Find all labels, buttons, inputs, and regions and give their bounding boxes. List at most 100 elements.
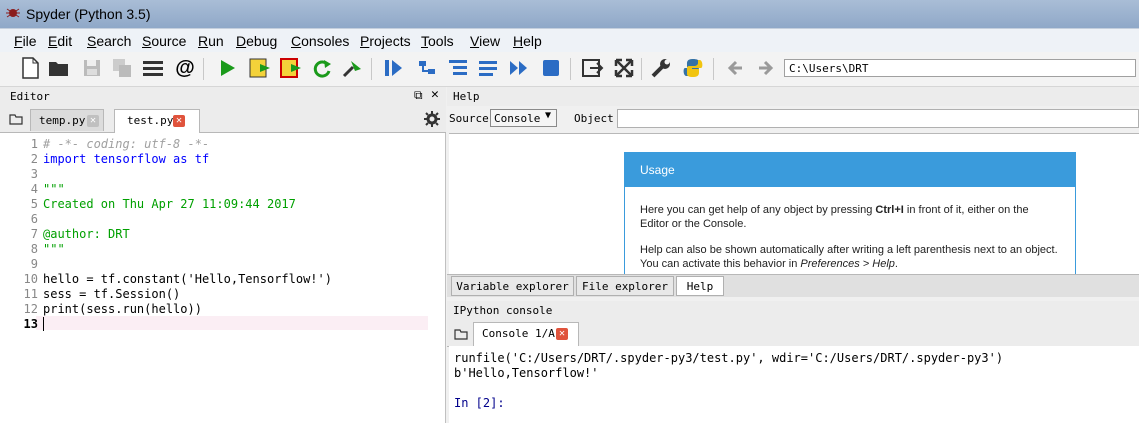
- editor-tab-temp-py[interactable]: temp.py ✕: [30, 109, 104, 131]
- run-selection-icon[interactable]: [340, 56, 364, 80]
- save-icon[interactable]: [80, 56, 104, 80]
- ipython-pane-header: IPython console: [447, 301, 1139, 321]
- console-tab-bar: Console 1/A ✕: [447, 320, 1139, 347]
- ipython-pane-title: IPython console: [453, 304, 553, 317]
- step-into-icon[interactable]: [446, 56, 470, 80]
- editor-tab-bar: temp.py ✕ test.py ✕: [0, 106, 446, 133]
- line-number: 12: [23, 302, 38, 316]
- help-pane-header: Help: [447, 87, 1139, 107]
- editor-tab-label: temp.py: [39, 114, 86, 127]
- console-line: runfile('C:/Users/DRT/.spyder-py3/test.p…: [454, 351, 1004, 365]
- code-line: print(sess.run(hello)): [43, 302, 202, 316]
- editor-tab-label: test.py: [127, 114, 174, 127]
- list-icon[interactable]: [141, 56, 165, 80]
- source-label: Source: [449, 112, 489, 125]
- working-directory-input[interactable]: C:\Users\DRT: [784, 59, 1136, 77]
- open-file-icon[interactable]: [47, 56, 71, 80]
- console-prompt: In [2]:: [454, 396, 505, 410]
- line-number: 1: [30, 137, 38, 151]
- close-pane-icon[interactable]: ✕: [431, 87, 439, 102]
- code-line: hello = tf.constant('Hello,Tensorflow!'): [43, 272, 332, 286]
- stop-icon[interactable]: [539, 56, 563, 80]
- line-number: 6: [30, 212, 38, 226]
- menu-help[interactable]: Help: [513, 33, 542, 49]
- help-source-bar: Source Console ▼ Object: [447, 106, 1139, 133]
- editor-pane-header: Editor ⧉ ✕: [0, 87, 446, 107]
- help-content: Usage Here you can get help of any objec…: [449, 133, 1139, 275]
- menu-consoles[interactable]: Consoles: [291, 33, 349, 49]
- pane-tab-bar: Variable explorer File explorer Help: [447, 274, 1139, 297]
- step-return-icon[interactable]: [476, 56, 500, 80]
- chevron-down-icon: ▼: [545, 110, 552, 121]
- menu-run[interactable]: Run: [198, 33, 224, 49]
- source-select[interactable]: Console ▼: [490, 109, 557, 127]
- object-input[interactable]: [617, 109, 1139, 128]
- run-icon[interactable]: [215, 56, 239, 80]
- close-tab-icon[interactable]: ✕: [173, 115, 185, 127]
- menu-tools[interactable]: Tools: [421, 33, 454, 49]
- usage-card: Usage Here you can get help of any objec…: [624, 152, 1076, 275]
- back-arrow-icon[interactable]: [724, 56, 748, 80]
- menu-edit[interactable]: Edit: [48, 33, 72, 49]
- ipython-console[interactable]: runfile('C:/Users/DRT/.spyder-py3/test.p…: [449, 346, 1139, 423]
- browse-tabs-icon[interactable]: [9, 112, 23, 128]
- console-line: b'Hello,Tensorflow!': [454, 366, 599, 380]
- tab-variable-explorer[interactable]: Variable explorer: [451, 276, 574, 296]
- line-number: 8: [30, 242, 38, 256]
- usage-paragraph-2: Help can also be shown automatically aft…: [640, 244, 1058, 270]
- tab-file-explorer[interactable]: File explorer: [576, 276, 674, 296]
- help-pane-title: Help: [453, 90, 480, 103]
- text-cursor: [43, 317, 44, 331]
- window-title: Spyder (Python 3.5): [26, 6, 151, 22]
- console-tab[interactable]: Console 1/A ✕: [473, 322, 579, 346]
- title-bar: Spyder (Python 3.5): [0, 0, 1139, 28]
- save-all-icon[interactable]: [110, 56, 134, 80]
- line-number: 11: [23, 287, 38, 301]
- undock-icon[interactable]: ⧉: [414, 88, 423, 103]
- line-number: 2: [30, 152, 38, 166]
- close-tab-icon[interactable]: ✕: [556, 328, 568, 340]
- line-number: 9: [30, 257, 38, 271]
- source-select-value: Console: [494, 112, 541, 125]
- step-icon[interactable]: [415, 56, 439, 80]
- code-line: sess = tf.Session(): [43, 287, 181, 301]
- forward-arrow-icon[interactable]: [753, 56, 777, 80]
- tab-help[interactable]: Help: [676, 276, 724, 296]
- code-line: # -*- coding: utf-8 -*-: [43, 137, 210, 151]
- line-number: 10: [23, 272, 38, 286]
- close-tab-icon[interactable]: ✕: [87, 115, 99, 127]
- menu-source[interactable]: Source: [142, 33, 186, 49]
- usage-paragraph-1: Here you can get help of any object by p…: [640, 204, 1029, 230]
- menu-view[interactable]: View: [470, 33, 500, 49]
- line-number: 13: [23, 317, 38, 331]
- editor-tab-test-py[interactable]: test.py ✕: [114, 109, 200, 133]
- run-cell-icon[interactable]: [248, 56, 272, 80]
- code-editor[interactable]: 1 # -*- coding: utf-8 -*- 2 import tenso…: [0, 133, 446, 423]
- spyder-app-icon: [6, 8, 20, 18]
- usage-heading: Usage: [625, 153, 1075, 187]
- gear-icon[interactable]: [424, 111, 440, 130]
- menu-file[interactable]: File: [14, 33, 37, 49]
- menu-debug[interactable]: Debug: [236, 33, 277, 49]
- continue-icon[interactable]: [507, 56, 531, 80]
- menu-bar: File Edit Search Source Run Debug Consol…: [0, 28, 1139, 53]
- preferences-wrench-icon[interactable]: [649, 56, 673, 80]
- new-file-icon[interactable]: [18, 56, 42, 80]
- debug-icon[interactable]: [382, 56, 406, 80]
- object-label: Object: [574, 112, 614, 125]
- fullscreen-icon[interactable]: [612, 56, 636, 80]
- line-number: 4: [30, 182, 38, 196]
- menu-search[interactable]: Search: [87, 33, 131, 49]
- rerun-icon[interactable]: [310, 56, 334, 80]
- maximize-pane-icon[interactable]: [581, 56, 605, 80]
- editor-pane-title: Editor: [10, 90, 50, 103]
- at-icon[interactable]: @: [173, 56, 197, 80]
- code-line: """: [43, 182, 65, 196]
- browse-tabs-icon[interactable]: [454, 327, 468, 343]
- code-line: """: [43, 242, 65, 256]
- menu-projects[interactable]: Projects: [360, 33, 411, 49]
- line-number: 5: [30, 197, 38, 211]
- run-cell-advance-icon[interactable]: [279, 56, 303, 80]
- line-number: 7: [30, 227, 38, 241]
- python-path-icon[interactable]: [681, 56, 705, 80]
